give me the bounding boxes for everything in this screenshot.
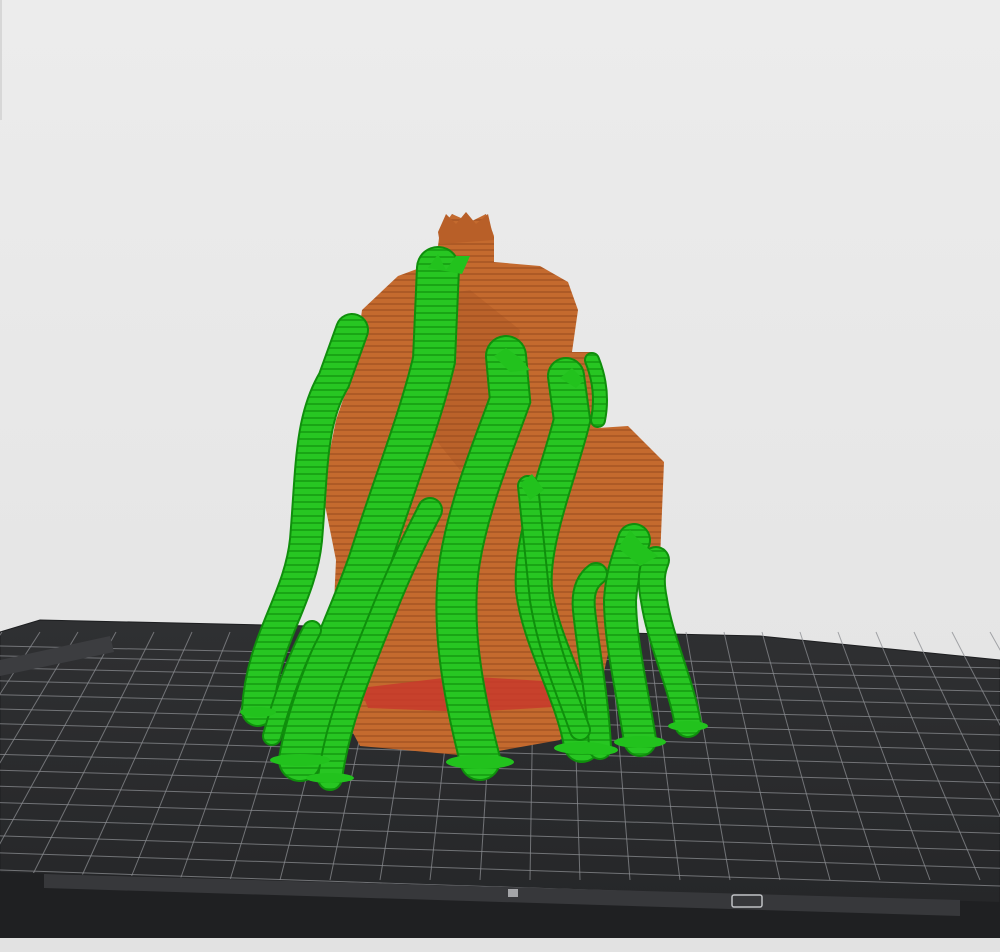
preview-scene[interactable]	[0, 0, 1000, 952]
support-trunk	[604, 525, 655, 755]
model-crown	[438, 212, 494, 244]
support-foot	[240, 707, 276, 717]
support-foot	[306, 773, 354, 783]
support-foot	[446, 755, 514, 769]
support-foot	[614, 736, 666, 748]
build-plate-center-mark	[508, 889, 518, 897]
support-foot	[582, 745, 618, 755]
support-foot	[668, 721, 708, 731]
support-foot	[270, 754, 330, 766]
3d-viewport[interactable]	[0, 0, 1000, 952]
